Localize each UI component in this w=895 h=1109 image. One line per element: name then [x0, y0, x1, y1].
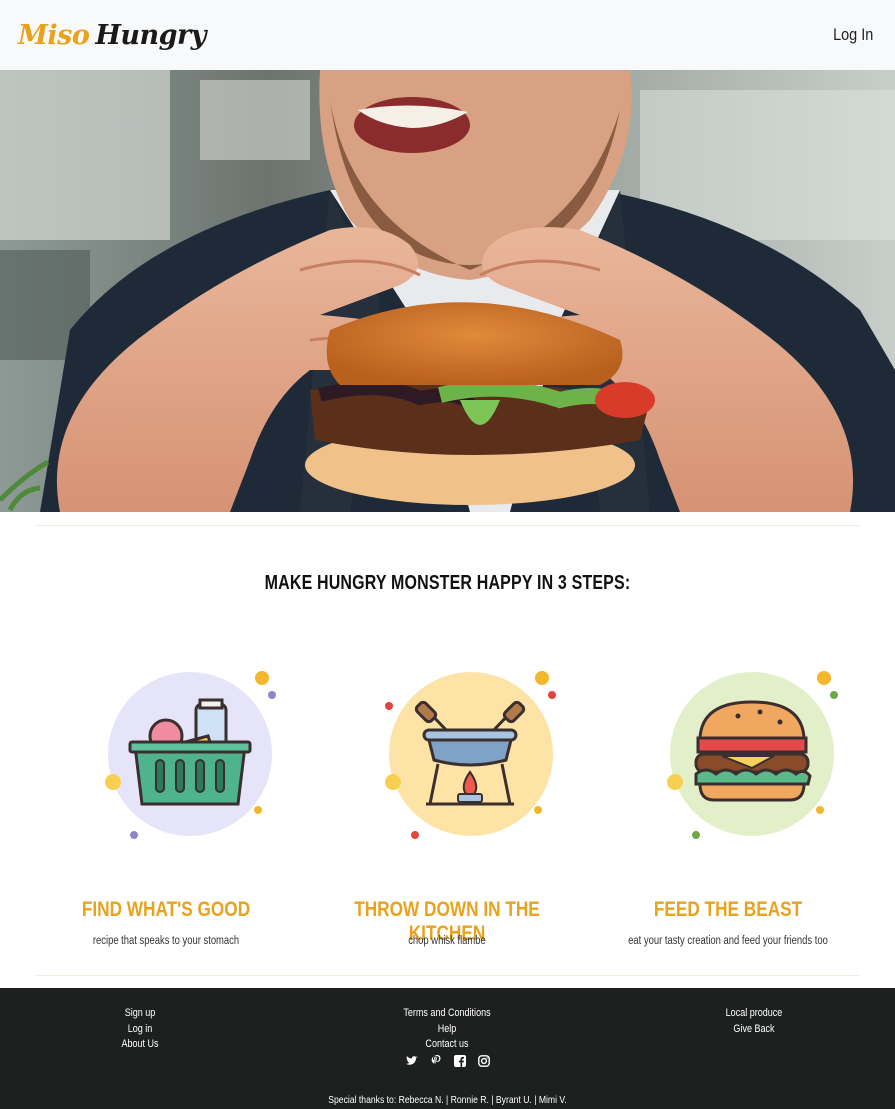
footer-link-about[interactable]: About Us	[58, 1037, 222, 1053]
step-subtitle-kitchen: chop whisk flambe	[408, 935, 486, 947]
brand-hungry: Hungry	[95, 19, 206, 51]
divider-bottom	[35, 975, 860, 976]
step-heading-feed: FEED THE BEAST	[653, 898, 803, 921]
grocery-basket-icon	[100, 664, 280, 844]
footer-link-contact[interactable]: Contact us	[365, 1037, 529, 1053]
instagram-icon[interactable]	[478, 1054, 490, 1067]
brand-logo[interactable]: Miso Hungry	[18, 20, 206, 51]
footer-link-help[interactable]: Help	[365, 1022, 529, 1038]
footer-link-local-produce[interactable]: Local produce	[672, 1006, 836, 1022]
fondue-pot-icon	[380, 664, 560, 844]
footer-col-community: Local produce Give Back	[654, 1006, 854, 1037]
divider-top	[35, 525, 860, 526]
hero-image	[0, 70, 895, 512]
steps-title: MAKE HUNGRY MONSTER HAPPY IN 3 STEPS:	[264, 572, 631, 594]
footer-link-login[interactable]: Log in	[58, 1022, 222, 1038]
facebook-icon[interactable]	[454, 1054, 466, 1067]
navbar: Miso Hungry Log In	[0, 0, 895, 70]
footer-thanks: Special thanks to: Rebecca N. | Ronnie R…	[328, 1094, 567, 1106]
step-subtitle-feed: eat your tasty creation and feed your fr…	[628, 935, 828, 947]
footer-col-account: Sign up Log in About Us	[40, 1006, 240, 1053]
social-links	[398, 1054, 498, 1067]
pinterest-icon[interactable]	[430, 1054, 442, 1066]
login-link[interactable]: Log In	[833, 25, 873, 45]
footer-link-terms[interactable]: Terms and Conditions	[365, 1006, 529, 1022]
twitter-icon[interactable]	[406, 1054, 418, 1066]
burger-icon	[662, 664, 842, 844]
footer-link-signup[interactable]: Sign up	[58, 1006, 222, 1022]
step-subtitle-find: recipe that speaks to your stomach	[92, 935, 240, 947]
footer: Sign up Log in About Us Terms and Condit…	[0, 988, 895, 1109]
footer-link-give-back[interactable]: Give Back	[672, 1022, 836, 1038]
footer-col-help: Terms and Conditions Help Contact us	[347, 1006, 547, 1053]
step-heading-find: FIND WHAT'S GOOD	[81, 898, 251, 921]
brand-miso: Miso	[18, 19, 90, 51]
